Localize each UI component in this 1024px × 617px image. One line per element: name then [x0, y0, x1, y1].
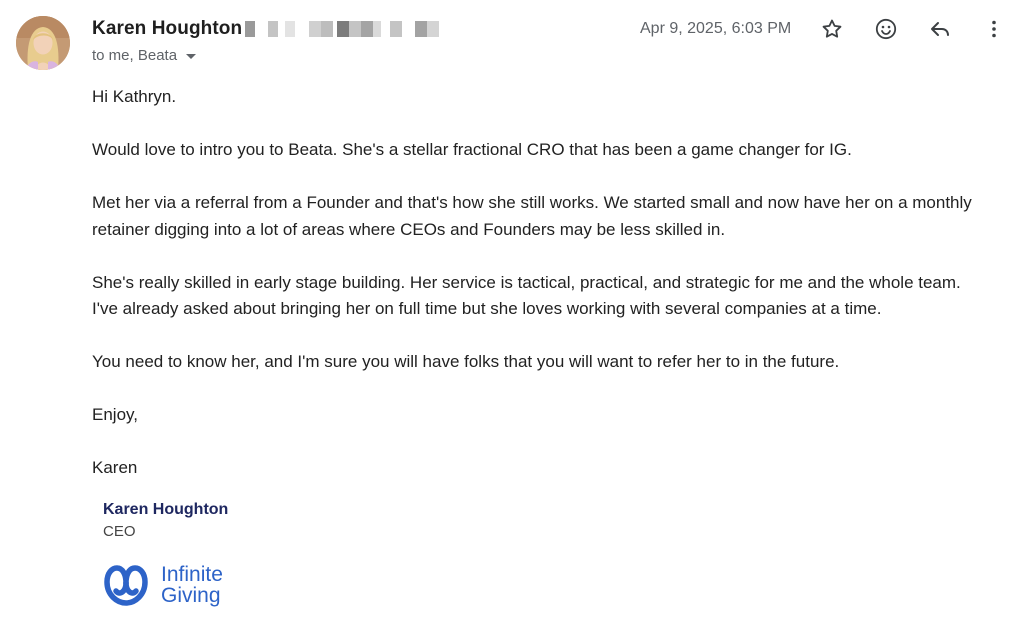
avatar-photo: [16, 16, 70, 70]
smiley-icon: [875, 18, 897, 40]
closing: Enjoy,: [92, 405, 138, 424]
infinite-giving-logo-icon: [104, 565, 148, 606]
paragraph: Met her via a referral from a Founder an…: [92, 190, 1012, 243]
more-vert-icon: [992, 20, 996, 38]
star-icon: [822, 19, 842, 38]
signoff: Karen: [92, 458, 138, 477]
logo-line-2: Giving: [161, 584, 221, 607]
paragraph-line: I've already asked about bringing her on…: [92, 299, 882, 318]
message-timestamp: Apr 9, 2025, 6:03 PM: [640, 20, 792, 37]
redacted-email: [245, 21, 445, 37]
paragraph-line: You need to know her, and I'm sure you w…: [92, 352, 840, 371]
email-signature: Karen Houghton CEO: [103, 499, 228, 543]
reply-button[interactable]: [925, 14, 955, 44]
signature-title: CEO: [103, 523, 136, 540]
paragraph-line: Met her via a referral from a Founder an…: [92, 193, 972, 212]
paragraph: You need to know her, and I'm sure you w…: [92, 349, 1012, 376]
paragraph-line: She's really skilled in early stage buil…: [92, 272, 961, 292]
logo-line-1: Infinite: [161, 563, 223, 586]
signature-name: Karen Houghton: [103, 501, 229, 518]
more-options-button[interactable]: [979, 14, 1009, 44]
paragraph-line: retainer digging into a lot of areas whe…: [92, 219, 726, 239]
paragraph-line: Would love to intro you to Beata. She's …: [92, 140, 852, 159]
sender-avatar[interactable]: [16, 16, 70, 70]
greeting: Hi Kathryn.: [92, 87, 177, 106]
star-button[interactable]: [817, 14, 847, 44]
message-body: Hi Kathryn. Would love to intro you to B…: [92, 84, 1012, 508]
recipients-label: to me, Beata: [92, 47, 178, 64]
add-reaction-button[interactable]: [871, 14, 901, 44]
recipients-toggle[interactable]: to me, Beata: [92, 47, 197, 64]
sender-name[interactable]: Karen Houghton: [92, 18, 242, 40]
logo-wordmark: Infinite Giving: [161, 564, 223, 606]
chevron-down-icon: [186, 54, 197, 59]
reply-icon: [931, 22, 949, 36]
paragraph: She's really skilled in early stage buil…: [92, 270, 1012, 323]
company-logo: Infinite Giving: [103, 563, 223, 607]
paragraph: Would love to intro you to Beata. She's …: [92, 137, 1012, 164]
